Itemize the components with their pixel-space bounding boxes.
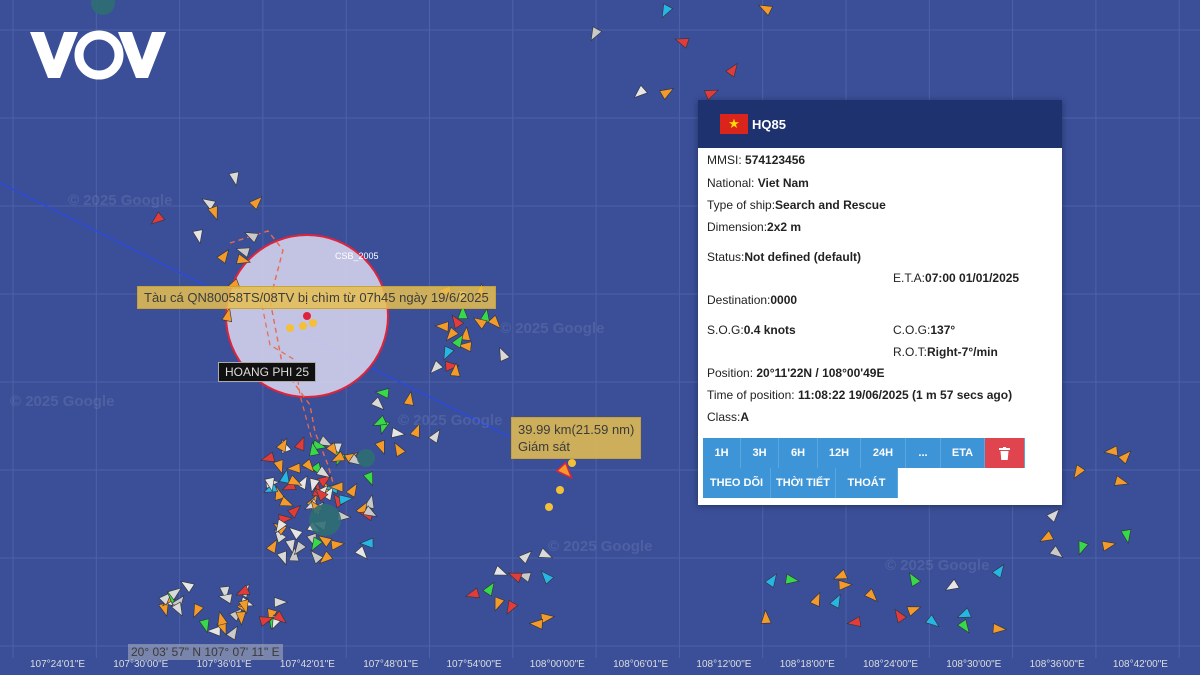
status-value: Not defined (default) [744, 250, 862, 264]
trash-icon [999, 446, 1010, 460]
map-watermark: © 2025 Google [398, 412, 503, 429]
track-24h-button[interactable]: 24H [861, 438, 906, 468]
eta-row: E.T.A:07:00 01/01/2025 [893, 271, 1019, 285]
vessel-name-label[interactable]: CSB_2005 [335, 251, 379, 261]
track-dot [286, 324, 294, 332]
longitude-tick-label: 108°30'00"E [946, 659, 1002, 670]
track-dot [556, 486, 564, 494]
destination-value: 0000 [770, 293, 798, 307]
class-row: Class:A [707, 410, 749, 424]
ship-info-panel: ★ HQ85 MMSI: 574123456 National: Viet Na… [698, 100, 1062, 505]
action-button-row: THEO DÕI THỜI TIẾT THOÁT [703, 468, 898, 498]
longitude-tick-label: 108°12'00"E [696, 659, 752, 670]
follow-button[interactable]: THEO DÕI [703, 468, 771, 498]
vov-logo [30, 30, 168, 85]
mmsi-value: 574123456 [745, 153, 806, 167]
rot-row: R.O.T:Right-7°/min [893, 345, 998, 359]
type-label: Type of ship: [707, 198, 776, 212]
rot-value: Right-7°/min [927, 345, 998, 359]
monitor-label: Giám sát [518, 439, 571, 454]
destination-label: Destination: [707, 293, 771, 307]
status-row: Status:Not defined (default) [707, 250, 861, 264]
cog-row: C.O.G:137° [893, 323, 955, 337]
nationality-value: Viet Nam [757, 176, 809, 190]
status-label: Status: [707, 250, 745, 264]
island-marker [357, 449, 375, 467]
panel-header: ★ HQ85 [698, 100, 1062, 148]
longitude-tick-label: 108°42'00"E [1112, 659, 1168, 670]
cog-label: C.O.G: [893, 323, 931, 337]
time-value: 11:08:22 19/06/2025 (1 m 57 secs ago) [797, 388, 1013, 402]
destination-row: Destination:0000 [707, 293, 797, 307]
time-row: Time of position: 11:08:22 19/06/2025 (1… [707, 388, 1012, 402]
map-watermark: © 2025 Google [68, 192, 173, 209]
longitude-tick-label: 107°54'00"E [446, 659, 502, 670]
ship-name: HQ85 [752, 116, 786, 132]
longitude-tick-label: 107°48'01"E [363, 659, 419, 670]
longitude-tick-label: 108°24'00"E [863, 659, 919, 670]
longitude-tick-label: 108°36'00"E [1029, 659, 1085, 670]
dimension-label: Dimension: [707, 220, 768, 234]
sog-label: S.O.G: [707, 323, 744, 337]
track-dot [299, 322, 307, 330]
longitude-tick-label: 108°18'00"E [779, 659, 835, 670]
track-1h-button[interactable]: 1H [703, 438, 741, 468]
cog-value: 137° [930, 323, 956, 337]
track-more-button[interactable]: ... [906, 438, 941, 468]
class-label: Class: [707, 410, 741, 424]
longitude-tick-label: 107°30'00"E [113, 659, 169, 670]
vessel-name-label[interactable]: HOANG PHI 25 [218, 362, 317, 382]
weather-button[interactable]: THỜI TIẾT [771, 468, 836, 498]
type-value: Search and Rescue [775, 198, 886, 212]
map-watermark: © 2025 Google [500, 320, 605, 337]
vietnam-flag-icon: ★ [720, 114, 748, 134]
position-value: 20°11'22N / 108°00'49E [756, 366, 885, 380]
sink-location-marker[interactable] [303, 312, 311, 320]
dimension-row: Dimension:2x2 m [707, 220, 801, 234]
island-marker [309, 504, 341, 536]
exit-button[interactable]: THOÁT [836, 468, 898, 498]
longitude-tick-label: 107°24'01"E [30, 659, 86, 670]
mmsi-row: MMSI: 574123456 [707, 153, 805, 167]
track-3h-button[interactable]: 3H [741, 438, 779, 468]
map-watermark: © 2025 Google [548, 538, 653, 555]
longitude-tick-label: 108°06'01"E [613, 659, 669, 670]
dimension-value: 2x2 m [767, 220, 802, 234]
rot-label: R.O.T: [893, 345, 928, 359]
track-6h-button[interactable]: 6H [779, 438, 818, 468]
longitude-tick-label: 108°00'00"E [529, 659, 585, 670]
class-value: A [740, 410, 750, 424]
eta-button[interactable]: ETA [941, 438, 985, 468]
track-dot [568, 459, 576, 467]
track-12h-button[interactable]: 12H [818, 438, 861, 468]
sog-row: S.O.G:0.4 knots [707, 323, 796, 337]
distance-label: 39.99 km(21.59 nm) Giám sát [511, 417, 642, 459]
nationality-label: National: [707, 176, 755, 190]
sink-notice-label: Tàu cá QN80058TS/08TV bị chìm từ 07h45 n… [137, 286, 496, 309]
track-button-row: 1H 3H 6H 12H 24H ... ETA [703, 438, 1025, 468]
longitude-axis: 107°24'01"E 107°30'00"E 107°36'01"E 107°42'… [0, 658, 1200, 675]
nationality-row: National: Viet Nam [707, 176, 809, 190]
mmsi-label: MMSI: [707, 153, 742, 167]
position-label: Position: [707, 366, 754, 380]
map-watermark: © 2025 Google [10, 393, 115, 410]
longitude-tick-label: 107°36'01"E [196, 659, 252, 670]
eta-value: 07:00 01/01/2025 [925, 271, 1020, 285]
sog-value: 0.4 knots [743, 323, 796, 337]
delete-button[interactable] [985, 438, 1025, 468]
eta-label: E.T.A: [893, 271, 926, 285]
time-label: Time of position: [707, 388, 795, 402]
longitude-tick-label: 107°42'01"E [279, 659, 335, 670]
position-row: Position: 20°11'22N / 108°00'49E [707, 366, 884, 380]
map-watermark: © 2025 Google [885, 557, 990, 574]
distance-value: 39.99 km(21.59 nm) [518, 422, 635, 437]
track-dot [309, 319, 317, 327]
track-dot [545, 503, 553, 511]
type-row: Type of ship:Search and Rescue [707, 198, 886, 212]
